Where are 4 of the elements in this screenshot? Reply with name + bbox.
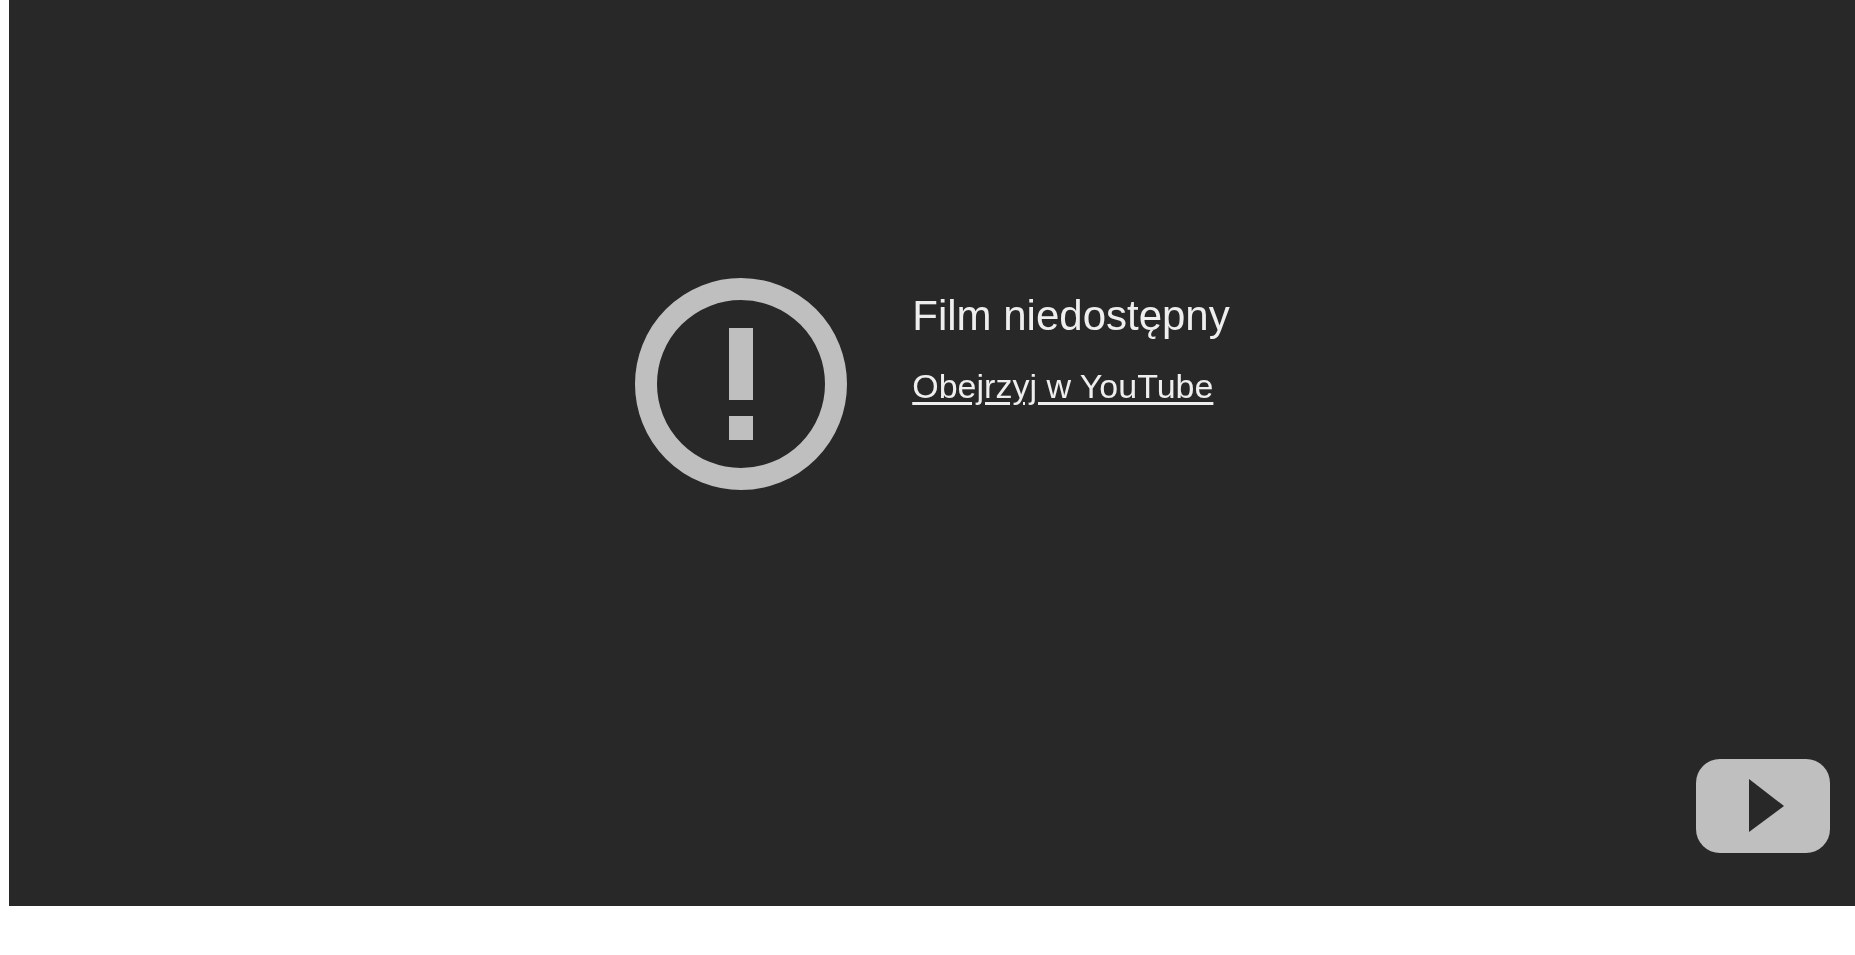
warning-icon	[634, 277, 849, 491]
watch-link[interactable]: Obejrzyj w YouTube	[912, 361, 1214, 413]
play-logo-icon[interactable]	[1696, 759, 1830, 853]
error-message: Film niedostępny	[912, 293, 1230, 340]
